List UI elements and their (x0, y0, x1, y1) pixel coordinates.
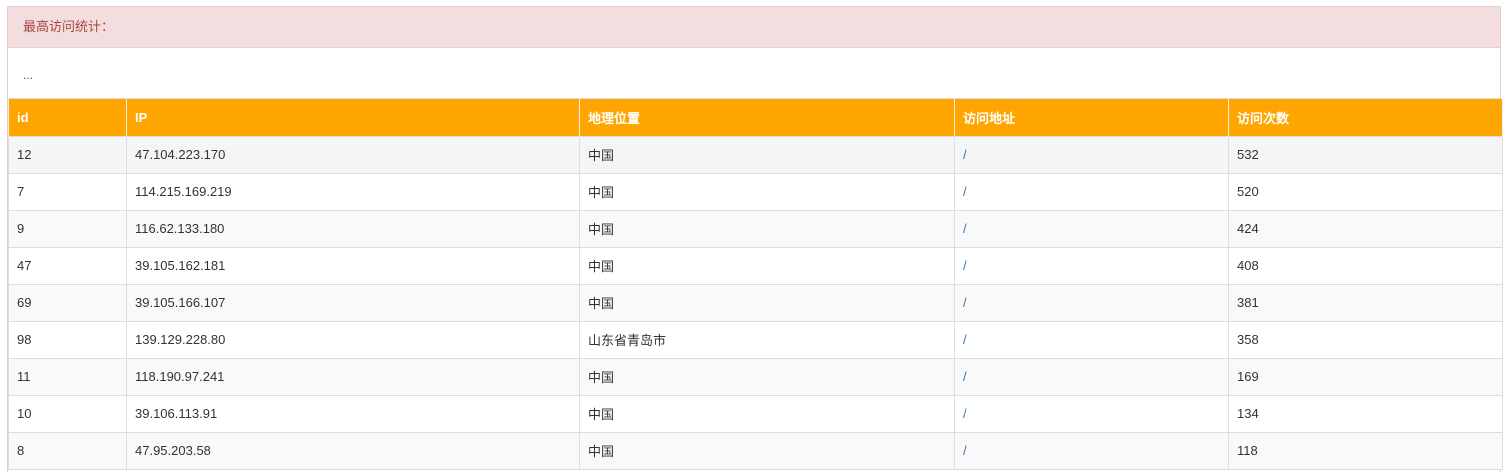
cell-count: 134 (1228, 394, 1503, 433)
url-link[interactable]: / (963, 332, 967, 347)
top-visits-panel: 最高访问统计： ... id IP 地理位置 访问地址 访问次数 12 47.1… (7, 6, 1503, 472)
cell-geo: 中国 (579, 135, 955, 174)
table-row: 11 118.190.97.241 中国 / 169 (8, 357, 1503, 396)
header-geo: 地理位置 (579, 99, 955, 136)
table-row: 7 114.215.169.219 中国 / 520 (8, 172, 1503, 211)
table-row: 8 47.95.203.58 中国 / 118 (8, 431, 1503, 470)
cell-url: / (954, 431, 1229, 470)
cell-geo: 中国 (579, 431, 955, 470)
table-row: 69 39.105.166.107 中国 / 381 (8, 283, 1503, 322)
cell-ip: 39.106.113.91 (126, 394, 580, 433)
cell-id: 47 (8, 246, 127, 285)
url-link[interactable]: / (963, 221, 967, 236)
cell-url: / (954, 320, 1229, 359)
url-link[interactable]: / (963, 369, 967, 384)
cell-geo: 中国 (579, 394, 955, 433)
cell-count: 381 (1228, 283, 1503, 322)
cell-url: / (954, 135, 1229, 174)
panel-body-text: ... (8, 48, 1500, 99)
cell-url: / (954, 357, 1229, 396)
panel-title: 最高访问统计： (8, 7, 1500, 48)
table-row: 12 47.104.223.170 中国 / 532 (8, 135, 1503, 174)
cell-id: 10 (8, 394, 127, 433)
cell-id: 9 (8, 209, 127, 248)
cell-count: 169 (1228, 357, 1503, 396)
header-url: 访问地址 (954, 99, 1229, 136)
table-row: 98 139.129.228.80 山东省青岛市 / 358 (8, 320, 1503, 359)
cell-ip: 47.104.223.170 (126, 135, 580, 174)
cell-count: 520 (1228, 172, 1503, 211)
cell-geo: 中国 (579, 283, 955, 322)
cell-id: 7 (8, 172, 127, 211)
table-row: 10 39.106.113.91 中国 / 134 (8, 394, 1503, 433)
url-link[interactable]: / (963, 258, 967, 273)
cell-url: / (954, 209, 1229, 248)
cell-geo: 中国 (579, 246, 955, 285)
cell-id: 8 (8, 431, 127, 470)
cell-ip: 139.129.228.80 (126, 320, 580, 359)
cell-geo: 中国 (579, 209, 955, 248)
table-header-row: id IP 地理位置 访问地址 访问次数 (8, 99, 1503, 136)
visits-table: id IP 地理位置 访问地址 访问次数 12 47.104.223.170 中… (8, 99, 1503, 470)
cell-geo: 中国 (579, 172, 955, 211)
url-link[interactable]: / (963, 295, 967, 310)
cell-url: / (954, 246, 1229, 285)
header-ip: IP (126, 99, 580, 136)
cell-ip: 116.62.133.180 (126, 209, 580, 248)
cell-id: 12 (8, 135, 127, 174)
cell-ip: 114.215.169.219 (126, 172, 580, 211)
cell-count: 532 (1228, 135, 1503, 174)
cell-ip: 118.190.97.241 (126, 357, 580, 396)
url-link[interactable]: / (963, 443, 967, 458)
cell-ip: 39.105.162.181 (126, 246, 580, 285)
cell-count: 408 (1228, 246, 1503, 285)
cell-geo: 山东省青岛市 (579, 320, 955, 359)
table-row: 9 116.62.133.180 中国 / 424 (8, 209, 1503, 248)
url-link[interactable]: / (963, 406, 967, 421)
cell-geo: 中国 (579, 357, 955, 396)
cell-id: 11 (8, 357, 127, 396)
url-link[interactable]: / (963, 184, 967, 199)
cell-url: / (954, 283, 1229, 322)
cell-url: / (954, 394, 1229, 433)
cell-url: / (954, 172, 1229, 211)
url-link[interactable]: / (963, 147, 967, 162)
cell-count: 118 (1228, 431, 1503, 470)
cell-ip: 39.105.166.107 (126, 283, 580, 322)
cell-count: 358 (1228, 320, 1503, 359)
header-count: 访问次数 (1228, 99, 1503, 136)
header-id: id (8, 99, 127, 136)
cell-id: 69 (8, 283, 127, 322)
table-row: 47 39.105.162.181 中国 / 408 (8, 246, 1503, 285)
cell-id: 98 (8, 320, 127, 359)
cell-count: 424 (1228, 209, 1503, 248)
cell-ip: 47.95.203.58 (126, 431, 580, 470)
